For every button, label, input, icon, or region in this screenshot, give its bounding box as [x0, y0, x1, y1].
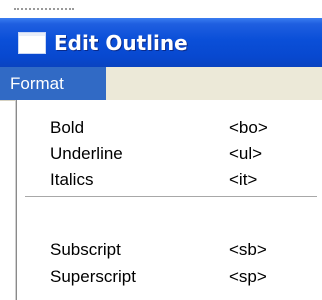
menu-item-italics[interactable]: Italics <it> — [17, 166, 322, 196]
window-titlebar[interactable]: Edit Outline — [0, 18, 322, 67]
menu-item-label: Italics — [50, 170, 94, 189]
format-dropdown-menu: Bold <bo> Underline <ul> Italics <it> Su… — [16, 100, 322, 300]
menu-item-shortcut: <sp> — [229, 267, 267, 286]
menu-item-shortcut: <sb> — [229, 240, 267, 259]
background-strip — [0, 0, 322, 18]
menu-item-shortcut: <bo> — [229, 118, 268, 137]
window-icon — [18, 32, 46, 54]
menu-item-subscript[interactable]: Subscript <sb> — [17, 236, 322, 266]
menu-item-label: Underline — [50, 144, 123, 163]
menu-item-shortcut: <ul> — [229, 144, 263, 163]
menu-format[interactable]: Format — [0, 67, 106, 100]
menu-item-label: Subscript — [50, 240, 121, 259]
menu-separator — [25, 196, 317, 198]
menu-item-superscript[interactable]: Superscript <sp> — [17, 263, 322, 293]
partial-text-fragment — [14, 0, 74, 10]
window-title: Edit Outline — [54, 31, 188, 55]
menu-item-shortcut: <it> — [229, 170, 258, 189]
menu-item-label: Superscript — [50, 267, 136, 286]
menu-bar: Format — [0, 67, 322, 101]
menu-item-label: Bold — [50, 118, 85, 137]
